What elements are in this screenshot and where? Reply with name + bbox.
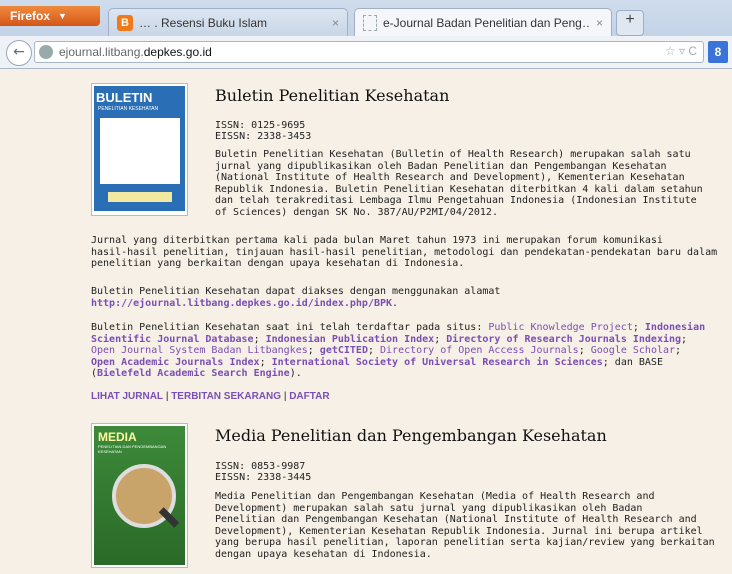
- search-engine-button[interactable]: 8: [708, 41, 728, 63]
- tab-ejournal[interactable]: e-Journal Badan Penelitian dan Peng… ×: [354, 8, 612, 36]
- cover-buletin[interactable]: BULETIN PENELITIAN KESEHATAN: [91, 83, 188, 216]
- link-drji[interactable]: Directory of Research Journals Indexing: [446, 334, 681, 345]
- issn: ISSN: 0853-9987: [215, 461, 306, 472]
- separator: ;: [259, 356, 272, 368]
- link-oaji[interactable]: Open Academic Journals Index: [91, 357, 260, 368]
- link-ipi[interactable]: Indonesian Publication Index: [266, 334, 435, 345]
- link-getcited[interactable]: getCITED: [320, 345, 368, 356]
- desc-line: dan telah terakreditasi Lembaga Ilmu Pen…: [215, 195, 697, 206]
- desc-line: Republik Indonesia. Buletin Penelitian K…: [215, 183, 703, 195]
- separator: ;: [253, 333, 266, 345]
- cover-subtitle: PENELITIAN DAN PENGEMBANGAN KESEHATAN: [98, 444, 167, 454]
- separator: ;: [681, 333, 688, 345]
- back-button[interactable]: ←: [6, 40, 32, 66]
- journal-menu: LIHAT JURNAL | TERBITAN SEKARANG | DAFTA…: [91, 391, 330, 403]
- cover-subtitle: PENELITIAN KESEHATAN: [98, 106, 159, 112]
- close-icon[interactable]: ×: [596, 16, 603, 30]
- page-icon: [363, 14, 377, 31]
- view-journal-link[interactable]: LIHAT JURNAL: [91, 391, 163, 402]
- base-prefix: ; dan BASE: [602, 356, 663, 368]
- register-link[interactable]: DAFTAR: [289, 391, 329, 402]
- desc-line: (National Institute of Health Research a…: [215, 172, 685, 183]
- new-tab-button[interactable]: +: [616, 10, 644, 36]
- index-list: Buletin Penelitian Kesehatan saat ini te…: [91, 322, 731, 380]
- separator: ;: [307, 345, 320, 356]
- cover-toc: [100, 118, 180, 184]
- history-line: Jurnal yang diterbitkan pertama kali pad…: [91, 235, 663, 246]
- tab-title: e-Journal Badan Penelitian dan Peng…: [383, 15, 590, 30]
- eissn: EISSN: 2338-3445: [215, 472, 312, 483]
- link-base[interactable]: Bielefeld Academic Search Engine: [97, 368, 290, 379]
- globe-icon: [39, 45, 53, 59]
- link-gscholar[interactable]: Google Scholar: [591, 345, 675, 356]
- arrow-left-icon: ←: [13, 44, 25, 60]
- journal-title[interactable]: Buletin Penelitian Kesehatan: [215, 88, 449, 103]
- separator: ;: [578, 345, 591, 356]
- desc-line: of Sciences) dengan SK No. 387/AU/P2MI/0…: [215, 206, 498, 218]
- separator: ;: [367, 345, 381, 356]
- chevron-down-icon: ▼: [58, 11, 67, 21]
- link-pkp[interactable]: Public Knowledge Project: [488, 322, 633, 333]
- cover-title: MEDIA: [98, 430, 137, 444]
- journal-description: Media Penelitian dan Pengembangan Keseha…: [215, 491, 715, 560]
- journal-title[interactable]: Media Penelitian dan Pengembangan Keseha…: [215, 428, 607, 443]
- current-issue-link[interactable]: TERBITAN SEKARANG: [171, 391, 281, 402]
- journal-history: Jurnal yang diterbitkan pertama kali pad…: [91, 235, 717, 270]
- cover-media[interactable]: MEDIA PENELITIAN DAN PENGEMBANGAN KESEHA…: [91, 423, 188, 568]
- link-isjd[interactable]: Indonesian: [645, 322, 705, 333]
- page-content: BULETIN PENELITIAN KESEHATAN Buletin Pen…: [0, 68, 732, 574]
- tab-title: … . Resensi Buku Islam: [139, 15, 268, 30]
- access-text: Buletin Penelitian Kesehatan dapat diaks…: [91, 286, 501, 297]
- tab-resensi[interactable]: B … . Resensi Buku Islam ×: [108, 8, 348, 36]
- blogger-icon: B: [117, 14, 133, 31]
- close-icon[interactable]: ×: [332, 16, 339, 30]
- firefox-menu-label: Firefox: [10, 9, 51, 23]
- history-line: hasil-hasil penelitian, tinjauan hasil-h…: [91, 246, 718, 258]
- desc-line: Buletin Penelitian Kesehatan (Bulletin o…: [215, 149, 691, 160]
- link-ojs[interactable]: Open Journal System Badan Litbangkes: [91, 345, 308, 356]
- history-line: penelitian yang berkaitan dengan upaya k…: [91, 258, 465, 269]
- url-domain: depkes.go.id: [143, 45, 212, 59]
- issn: ISSN: 0125-9695: [215, 120, 306, 131]
- desc-line: Development) merupakan salah satu jurnal…: [215, 502, 643, 514]
- browser-chrome: Firefox ▼ B … . Resensi Buku Islam × e-Jo…: [0, 0, 732, 69]
- cover-footer: [108, 192, 172, 202]
- journal-url-link[interactable]: http://ejournal.litbang.depkes.go.id/ind…: [91, 298, 392, 309]
- access-info: Buletin Penelitian Kesehatan dapat diaks…: [91, 286, 500, 309]
- separator: ;: [632, 322, 645, 333]
- bookmark-reload-icons[interactable]: ☆ ▿ C: [665, 44, 697, 58]
- separator: ;: [675, 345, 682, 356]
- url-bar[interactable]: ejournal.litbang. depkes.go.id ☆ ▿ C: [34, 41, 704, 63]
- desc-line: jurnal yang dipublikasikan oleh Badan Pe…: [215, 160, 667, 172]
- desc-line: dengan upaya kesehatan di Indonesia.: [215, 548, 432, 560]
- firefox-menu-button[interactable]: Firefox ▼: [0, 6, 100, 26]
- nav-bar: ← ejournal.litbang. depkes.go.id ☆ ▿ C 8: [0, 36, 732, 69]
- url-host-prefix: ejournal.litbang.: [59, 45, 144, 59]
- link-isjd-cont[interactable]: Scientific Journal Database: [91, 334, 254, 345]
- eissn: EISSN: 2338-3453: [215, 131, 312, 142]
- journal-description: Buletin Penelitian Kesehatan (Bulletin o…: [215, 149, 703, 218]
- desc-line: Penelitian dan Pengembangan Kesehatan (N…: [215, 514, 697, 525]
- separator: ;: [434, 333, 447, 345]
- link-isurs[interactable]: International Society of Universal Resea…: [272, 357, 603, 368]
- desc-line: yang berupa hasil penelitian, laporan pe…: [215, 537, 715, 548]
- paren: ).: [289, 368, 302, 379]
- desc-line: Media Penelitian dan Pengembangan Keseha…: [215, 491, 655, 502]
- desc-line: Development), Kementerian Kesehatan Repu…: [215, 525, 703, 537]
- link-doaj[interactable]: Directory of Open Access Journals: [380, 345, 579, 356]
- period: .: [392, 297, 399, 309]
- index-intro: Buletin Penelitian Kesehatan saat ini te…: [91, 322, 489, 333]
